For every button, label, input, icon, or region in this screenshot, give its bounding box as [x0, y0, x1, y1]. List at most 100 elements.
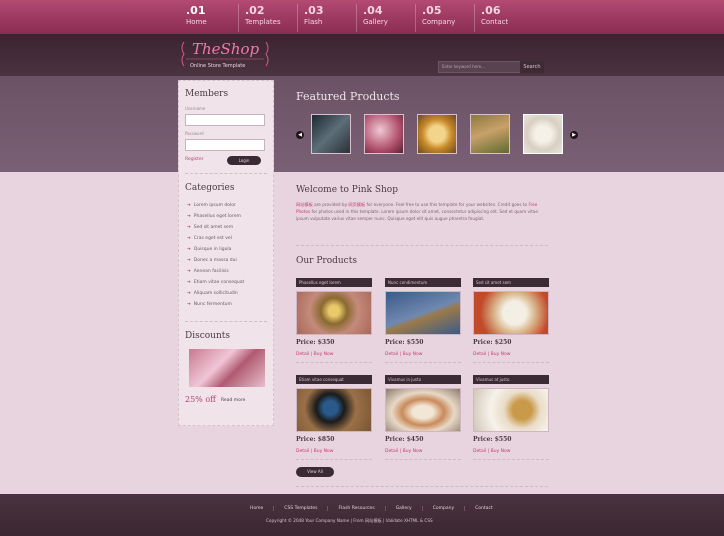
logo-title: TheShop	[192, 40, 260, 58]
header-bar	[0, 34, 724, 76]
arrow-right-icon: ➔	[187, 269, 191, 274]
category-item[interactable]: ➔ Nunc fermentum	[187, 302, 232, 307]
product-image[interactable]	[473, 388, 549, 432]
product-image[interactable]	[385, 388, 461, 432]
footer-copyright: Copyright © 2048 Your Company Name | Fro…	[266, 518, 433, 523]
login-button[interactable]: Login	[227, 156, 261, 165]
product-links[interactable]: Detail | Buy Now	[473, 449, 510, 454]
view-all-button[interactable]: View All	[296, 467, 334, 477]
product-links[interactable]: Detail | Buy Now	[385, 352, 422, 357]
product-divider	[296, 362, 372, 363]
welcome-title: Welcome to Pink Shop	[296, 185, 398, 195]
product-title: Etiam vitae consequat	[296, 375, 372, 384]
product-image[interactable]	[296, 291, 372, 335]
arrow-right-icon: ➔	[187, 302, 191, 307]
footer-link-flash-resources[interactable]: Flash Resources	[327, 506, 384, 511]
product-title: Sed sit amet sem	[473, 278, 549, 287]
nav-item-gallery[interactable]: .04 Gallery	[356, 4, 415, 32]
featured-thumb-1[interactable]	[311, 114, 351, 154]
featured-title: Featured Products	[296, 90, 400, 103]
arrow-right-icon: ➔	[187, 247, 191, 252]
category-item[interactable]: ➔ Phasellus eget lorem	[187, 214, 241, 219]
product-divider	[385, 459, 461, 460]
nav-item-home[interactable]: .01 Home	[180, 4, 238, 32]
footer-link-css-templates[interactable]: CSS Templates	[273, 506, 327, 511]
arrow-right-icon: ➔	[187, 236, 191, 241]
product-links[interactable]: Detail | Buy Now	[296, 449, 333, 454]
footer-link-home[interactable]: Home	[240, 506, 273, 511]
username-field[interactable]	[185, 114, 265, 126]
arrow-right-icon: ➔	[187, 214, 191, 219]
featured-thumb-2[interactable]	[364, 114, 404, 154]
categories-title: Categories	[185, 183, 235, 193]
arrow-right-icon: ➔	[187, 203, 191, 208]
carousel-prev-icon[interactable]: ◀	[296, 131, 304, 139]
nav-item-flash[interactable]: .03 Flash	[297, 4, 356, 32]
discount-offer: 25% off	[185, 395, 216, 404]
nav-item-company[interactable]: .05 Company	[415, 4, 474, 32]
discounts-title: Discounts	[185, 331, 230, 341]
arrow-right-icon: ➔	[187, 291, 191, 296]
product-image[interactable]	[473, 291, 549, 335]
product-image[interactable]	[385, 291, 461, 335]
category-item[interactable]: ➔ Sed sit amet sem	[187, 225, 233, 230]
welcome-text: 网站模板 are provided by 网页模板 for everyone. …	[296, 202, 538, 221]
discount-image[interactable]	[189, 349, 265, 387]
category-item[interactable]: ➔ Aliquam sollicitudin	[187, 291, 238, 296]
footer-link-company[interactable]: Company	[421, 506, 464, 511]
product-divider	[473, 459, 549, 460]
product-price: Price: $350	[296, 339, 335, 346]
product-price: Price: $450	[385, 436, 424, 443]
product-price: Price: $550	[385, 339, 424, 346]
featured-thumb-5[interactable]	[523, 114, 563, 154]
footer-link-contact[interactable]: Contact	[464, 506, 503, 511]
register-link[interactable]: Register	[185, 157, 204, 162]
sidebar: Members Username Password Register Login…	[178, 80, 274, 426]
category-item[interactable]: ➔ Etiam vitae consequat	[187, 280, 244, 285]
search-input[interactable]: Enter keyword here...	[438, 61, 523, 73]
category-item[interactable]: ➔ Cras eget est vel	[187, 236, 232, 241]
product-divider	[473, 362, 549, 363]
product-title: Vivamus at justo	[473, 375, 549, 384]
category-item[interactable]: ➔ Lorem ipsum dolor	[187, 203, 236, 208]
footer-link-gallery[interactable]: Gallery	[384, 506, 422, 511]
username-label: Username	[185, 106, 206, 111]
sidebar-divider	[185, 321, 267, 322]
members-title: Members	[185, 89, 229, 99]
arrow-right-icon: ➔	[187, 280, 191, 285]
product-links[interactable]: Detail | Buy Now	[296, 352, 333, 357]
logo-tagline: Online Store Template	[190, 63, 246, 69]
product-title: Vivamus in justo	[385, 375, 461, 384]
main-nav: .01 Home .02 Templates .03 Flash .04 Gallery…	[180, 4, 533, 32]
content-divider	[296, 486, 548, 487]
carousel-next-icon[interactable]: ▶	[570, 131, 578, 139]
nav-item-templates[interactable]: .02 Templates	[238, 4, 297, 32]
password-label: Password	[185, 131, 204, 136]
product-price: Price: $550	[473, 436, 512, 443]
product-image[interactable]	[296, 388, 372, 432]
product-title: Nunc condimentum	[385, 278, 461, 287]
product-title: Phasellus eget lorem	[296, 278, 372, 287]
footer	[0, 494, 724, 536]
site-logo[interactable]: TheShop Online Store Template	[180, 38, 270, 74]
discount-read-more-link[interactable]: Read more	[221, 398, 245, 403]
product-links[interactable]: Detail | Buy Now	[473, 352, 510, 357]
category-item[interactable]: ➔ Quisque in ligula	[187, 247, 231, 252]
product-divider	[385, 362, 461, 363]
password-field[interactable]	[185, 139, 265, 151]
product-divider	[296, 459, 372, 460]
category-item[interactable]: ➔ Donec a massa dui	[187, 258, 237, 263]
search-button[interactable]: Search	[520, 61, 544, 73]
nav-item-contact[interactable]: .06 Contact	[474, 4, 533, 32]
sidebar-divider	[185, 173, 267, 174]
product-price: Price: $250	[473, 339, 512, 346]
product-price: Price: $850	[296, 436, 335, 443]
featured-thumb-4[interactable]	[470, 114, 510, 154]
category-item[interactable]: ➔ Aenean facilisis	[187, 269, 229, 274]
content-divider	[296, 245, 548, 246]
our-products-title: Our Products	[296, 256, 357, 266]
footer-nav: Home CSS Templates Flash Resources Galle…	[240, 506, 503, 511]
arrow-right-icon: ➔	[187, 258, 191, 263]
featured-thumb-3[interactable]	[417, 114, 457, 154]
product-links[interactable]: Detail | Buy Now	[385, 449, 422, 454]
